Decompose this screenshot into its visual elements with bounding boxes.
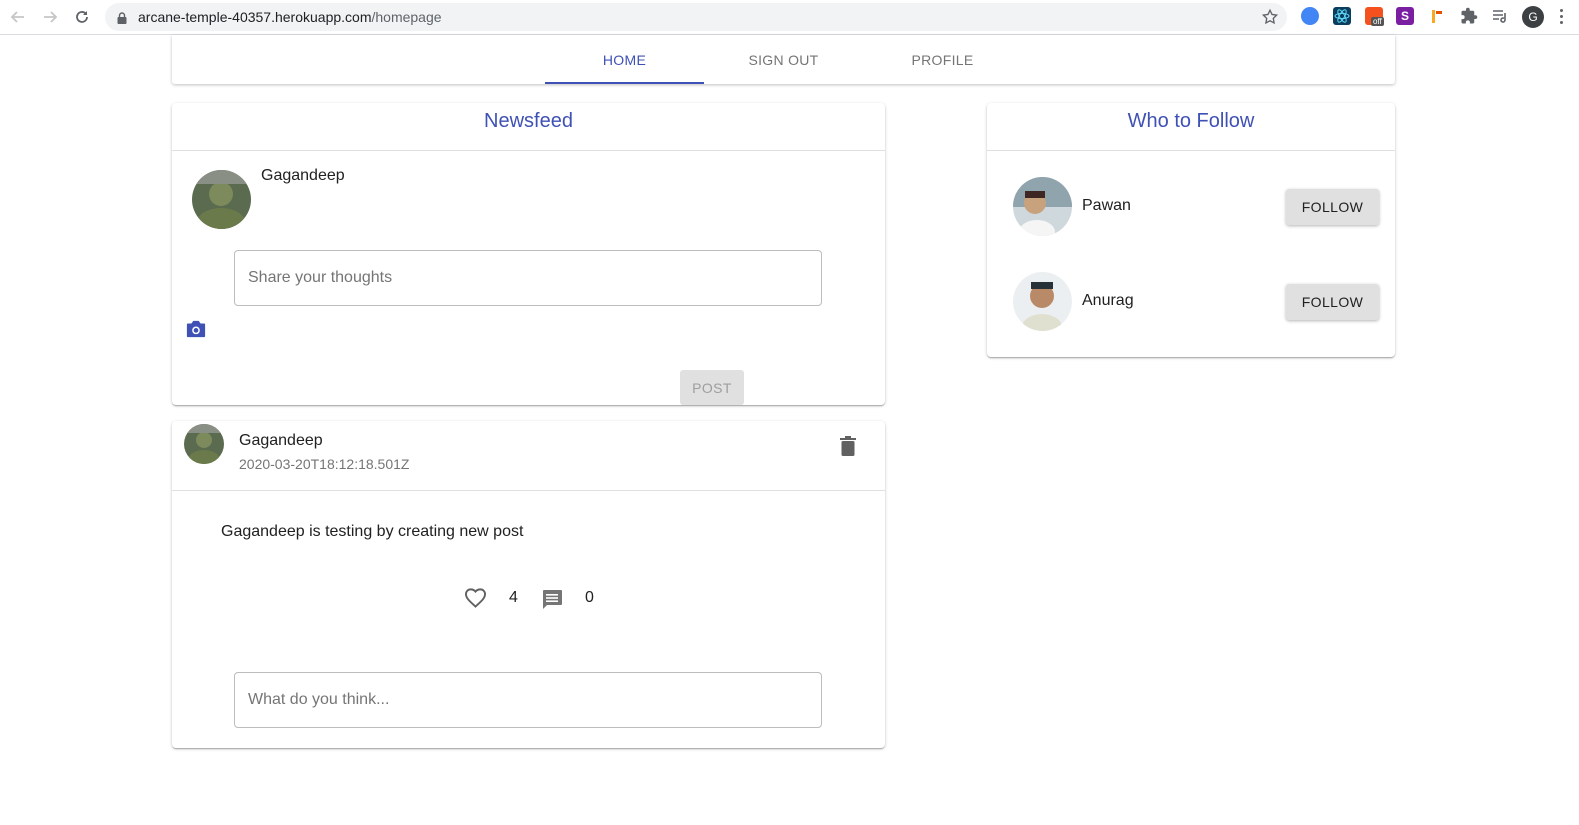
media-queue-icon[interactable] [1491,7,1509,25]
browser-toolbar: arcane-temple-40357.herokuapp.com/homepa… [0,0,1579,35]
address-bar[interactable]: arcane-temple-40357.herokuapp.com/homepa… [105,3,1287,31]
comment-field[interactable] [234,672,822,728]
follow-avatar-anurag [1013,272,1072,331]
lock-icon [117,11,127,29]
back-icon[interactable] [6,5,30,29]
forward-icon[interactable] [38,5,62,29]
who-to-follow-card: Who to Follow Pawan Follow Anurag Follow [987,103,1395,357]
follow-avatar-pawan [1013,177,1072,236]
like-heart-icon[interactable] [464,587,487,613]
extension-icon-1[interactable] [1301,7,1319,25]
post-button[interactable]: Post [680,370,744,405]
browser-profile-avatar[interactable]: G [1522,6,1544,28]
url-host: arcane-temple-40357.herokuapp.com [138,9,372,25]
tab-home[interactable]: Home [545,35,704,84]
composer-avatar [192,170,251,229]
extension-flag-icon[interactable] [1428,7,1446,25]
newsfeed-card: Newsfeed Gagandeep Post [172,103,885,405]
follow-name-anurag: Anurag [1082,292,1134,309]
camera-icon[interactable] [185,319,207,344]
newsfeed-title: Newsfeed [484,110,573,132]
tab-profile[interactable]: Profile [863,35,1022,84]
who-to-follow-divider [987,150,1395,151]
post-author-avatar [184,424,224,464]
extension-off-icon[interactable]: off [1365,7,1384,26]
post-divider [172,490,885,491]
comment-count: 0 [585,589,594,606]
post-card: Gagandeep 2020-03-20T18:12:18.501Z Gagan… [172,421,885,748]
url-text: arcane-temple-40357.herokuapp.com/homepa… [138,9,442,25]
app-tab-bar: Home Sign out Profile [172,35,1395,84]
extension-s-icon[interactable]: S [1396,7,1414,25]
newsfeed-divider [172,150,885,151]
delete-icon[interactable] [840,436,856,461]
composer-user-name: Gagandeep [261,167,345,184]
bookmark-star-icon[interactable] [1261,8,1279,31]
extensions-puzzle-icon[interactable] [1460,7,1478,25]
react-devtools-icon[interactable] [1333,7,1351,25]
reload-icon[interactable] [70,5,94,29]
comment-icon[interactable] [541,588,563,615]
url-path: /homepage [371,9,442,25]
follow-button-pawan[interactable]: Follow [1286,189,1379,225]
post-author-name: Gagandeep [239,432,323,449]
follow-button-anurag[interactable]: Follow [1286,284,1379,320]
post-timestamp: 2020-03-20T18:12:18.501Z [239,456,410,472]
tab-indicator [545,82,704,84]
who-to-follow-title: Who to Follow [1127,110,1255,132]
like-count: 4 [509,589,518,606]
extension-badge: off [1371,17,1384,26]
post-text: Gagandeep is testing by creating new pos… [221,523,524,540]
tab-sign-out[interactable]: Sign out [704,35,863,84]
follow-name-pawan: Pawan [1082,197,1131,214]
share-thoughts-input[interactable] [235,251,821,305]
comment-input[interactable] [235,673,821,727]
browser-menu-icon[interactable] [1560,7,1564,27]
share-thoughts-field[interactable] [234,250,822,306]
